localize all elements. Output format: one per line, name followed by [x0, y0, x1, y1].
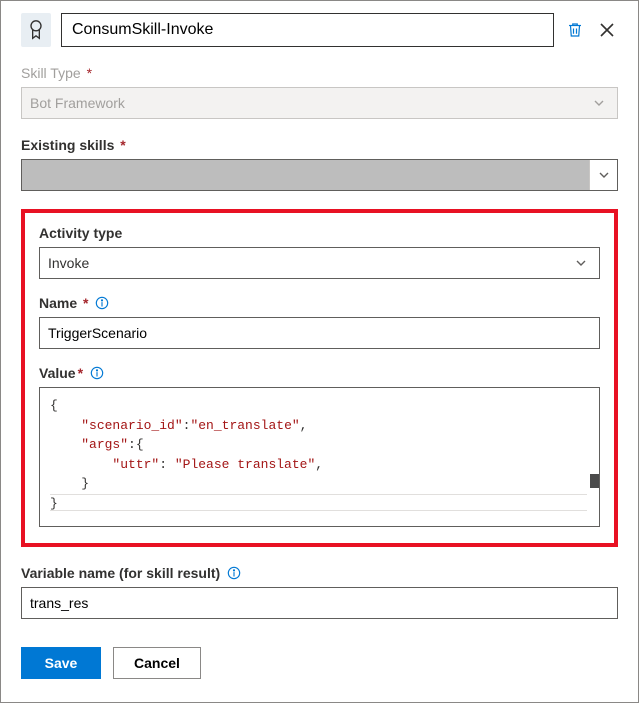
chevron-down-icon	[571, 257, 591, 269]
editor-line	[50, 510, 587, 511]
existing-skills-select[interactable]	[21, 159, 618, 191]
value-label: Value*	[39, 365, 600, 381]
info-icon[interactable]	[89, 365, 105, 381]
value-code-editor[interactable]: { "scenario_id":"en_translate", "args":{…	[39, 387, 600, 527]
name-input-wrap[interactable]	[39, 317, 600, 349]
ribbon-icon	[21, 13, 51, 47]
activity-type-section: Activity type Invoke	[39, 225, 600, 279]
chevron-down-icon	[589, 97, 609, 109]
highlighted-section: Activity type Invoke Name *	[21, 209, 618, 547]
existing-skills-section: Existing skills *	[21, 137, 618, 191]
scrollbar-thumb[interactable]	[590, 474, 600, 488]
close-button[interactable]	[596, 19, 618, 41]
variable-name-section: Variable name (for skill result)	[21, 565, 618, 619]
name-input[interactable]	[48, 325, 591, 341]
activity-type-value: Invoke	[48, 255, 571, 271]
chevron-down-icon	[589, 160, 617, 190]
activity-type-select[interactable]: Invoke	[39, 247, 600, 279]
node-title-input[interactable]	[61, 13, 554, 47]
activity-type-label: Activity type	[39, 225, 600, 241]
skill-type-section: Skill Type * Bot Framework	[21, 65, 618, 119]
variable-name-input[interactable]	[30, 595, 609, 611]
variable-name-input-wrap[interactable]	[21, 587, 618, 619]
delete-button[interactable]	[564, 19, 586, 41]
button-row: Save Cancel	[21, 647, 618, 679]
info-icon[interactable]	[226, 565, 242, 581]
value-section: Value* { "scenario_id":"en_translate", "…	[39, 365, 600, 527]
skill-type-select: Bot Framework	[21, 87, 618, 119]
name-label: Name *	[39, 295, 600, 311]
name-section: Name *	[39, 295, 600, 349]
editor-line	[50, 494, 587, 495]
variable-name-label: Variable name (for skill result)	[21, 565, 618, 581]
title-row	[21, 13, 618, 47]
info-icon[interactable]	[94, 295, 110, 311]
existing-skills-label: Existing skills *	[21, 137, 618, 153]
skill-type-label: Skill Type *	[21, 65, 618, 81]
cancel-button[interactable]: Cancel	[113, 647, 201, 679]
skill-type-value: Bot Framework	[30, 95, 589, 111]
save-button[interactable]: Save	[21, 647, 101, 679]
